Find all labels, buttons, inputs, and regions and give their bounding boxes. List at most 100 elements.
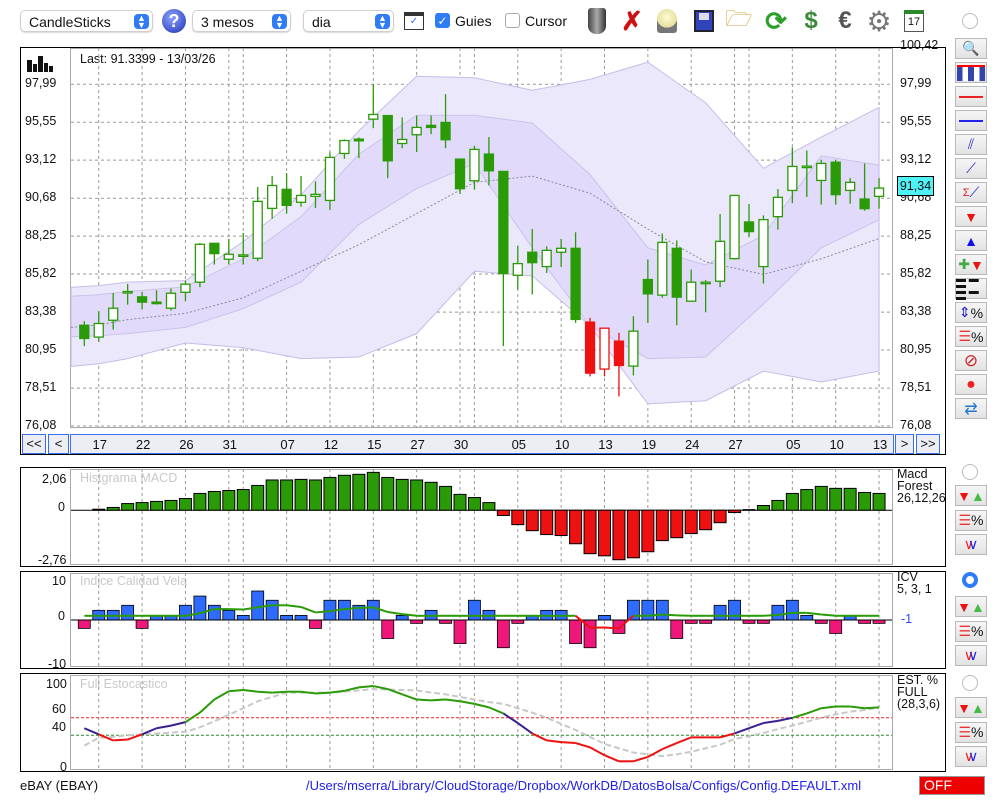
stoch-divergence-button[interactable]: ∨∨ [955, 746, 987, 767]
stoch-k-line [575, 742, 591, 749]
icv-bar [684, 619, 698, 624]
volume-chart-button[interactable] [955, 62, 987, 83]
macd-percent-lines-button[interactable]: ☰% [955, 509, 987, 531]
sigma-trendline-button[interactable]: Σ ⟋ [955, 182, 987, 203]
stoch-k-line [459, 700, 475, 705]
candle-body [657, 241, 668, 296]
percent-lines-button[interactable]: ☰% [955, 326, 987, 347]
icv-percent-lines-button[interactable]: ☰% [955, 620, 987, 642]
macd-bar [713, 509, 727, 524]
candle-body [570, 247, 581, 321]
dashed-lines-button[interactable]: ▬ ▬ ▬ ▬ ▬ ▬ [955, 274, 987, 302]
stoch-k-line [676, 736, 692, 744]
candle-body [194, 243, 206, 283]
zoom-button[interactable]: 🔍 [955, 38, 987, 59]
stoch-k-line [199, 698, 216, 714]
percent-range-icon: ⇕% [958, 304, 984, 321]
macd-bar [800, 489, 814, 511]
candle-body [845, 181, 856, 192]
stoch-signals-button[interactable]: ▼▲ [955, 697, 987, 718]
stoch-k-line [431, 698, 446, 702]
candle-body [584, 321, 596, 374]
outer-band-area [70, 61, 880, 405]
sell-arrow-button[interactable]: ▼ [955, 206, 987, 227]
icv-signal-line [315, 610, 331, 614]
icv-bar [121, 604, 135, 621]
stoch-k-line [734, 727, 750, 735]
signal-arrows-icon: ▼▲ [957, 487, 985, 504]
red-line-button[interactable] [955, 86, 987, 107]
macd-bar [583, 509, 597, 555]
candle-body [628, 330, 639, 367]
stoch-k-line [661, 742, 678, 751]
icv-bar [829, 619, 843, 634]
candle-body [859, 198, 870, 210]
trendline-button[interactable]: ⟋ [955, 158, 987, 179]
buy-arrow-button[interactable]: ▲ [955, 230, 987, 251]
candle-body [483, 153, 495, 172]
add-signal-button[interactable]: ✚ ▼ [955, 254, 987, 275]
percent-range-button[interactable]: ⇕% [955, 302, 987, 323]
stop-button[interactable]: ⊘ [955, 350, 987, 371]
sync-button[interactable]: ⇄ [955, 398, 987, 419]
macd-bar [482, 502, 496, 511]
icv-signal-line [647, 613, 663, 617]
icv-bar [598, 614, 611, 621]
channel-button[interactable]: ⫽ [955, 134, 987, 155]
stop-icon: ⊘ [963, 350, 979, 370]
macd-bar [612, 509, 626, 561]
candle-body [714, 240, 726, 282]
zoom-icon: 🔍 [962, 40, 980, 56]
candle-body [671, 247, 682, 298]
status-off-button[interactable]: OFF [919, 776, 985, 795]
icv-bar [814, 619, 828, 624]
candle-body [165, 292, 177, 309]
macd-bar [655, 509, 669, 542]
icv-bar [410, 619, 424, 624]
record-icon: ● [966, 375, 976, 393]
macd-bar [467, 497, 481, 511]
macd-bar [496, 509, 510, 516]
icv-panel-radio[interactable] [962, 572, 978, 588]
candle-body [642, 278, 653, 295]
macd-bar [135, 502, 149, 511]
icv-divergence-button[interactable]: ∨∨ [955, 645, 987, 666]
icv-bar [439, 619, 452, 624]
icv-signals-button[interactable]: ▼▲ [955, 596, 987, 617]
macd-bar [178, 498, 192, 511]
candle-body [454, 158, 466, 190]
sync-icon: ⇄ [964, 400, 978, 418]
macd-signals-button[interactable]: ▼▲ [955, 485, 987, 506]
stoch-k-line [546, 739, 562, 744]
candle-body [743, 221, 755, 233]
icv-signal-line [286, 604, 302, 608]
icv-bar [858, 619, 871, 624]
candle-body [353, 138, 365, 142]
icv-bar [655, 599, 669, 621]
macd-bar [511, 509, 525, 526]
stoch-percent-lines-button[interactable]: ☰% [955, 721, 987, 743]
macd-panel-radio[interactable] [962, 464, 978, 480]
macd-bar [540, 509, 554, 536]
macd-bar [193, 492, 207, 511]
icv-bar [395, 614, 409, 621]
macd-bar [641, 509, 655, 553]
record-button[interactable]: ● [955, 374, 987, 395]
icv-bar [309, 619, 322, 629]
macd-bar [439, 485, 453, 511]
macd-bar [843, 487, 857, 511]
stoch-k-line [517, 722, 533, 735]
icv-bar [641, 599, 655, 621]
icv-signal-line [806, 611, 822, 616]
stoch-k-line [777, 716, 793, 722]
divergence-icon: ∨∨ [963, 536, 979, 552]
macd-bar [207, 490, 221, 511]
macd-divergence-button[interactable]: ∨∨ [955, 534, 987, 555]
stoch-k-line [358, 685, 374, 689]
macd-bar [728, 509, 742, 514]
blue-line-button[interactable] [955, 110, 987, 131]
symbol-label: eBAY (EBAY) [20, 778, 99, 793]
stochastic-panel-radio[interactable] [962, 675, 978, 691]
macd-bar [265, 479, 279, 511]
config-path-link[interactable]: /Users/mserra/Library/CloudStorage/Dropb… [306, 778, 861, 793]
